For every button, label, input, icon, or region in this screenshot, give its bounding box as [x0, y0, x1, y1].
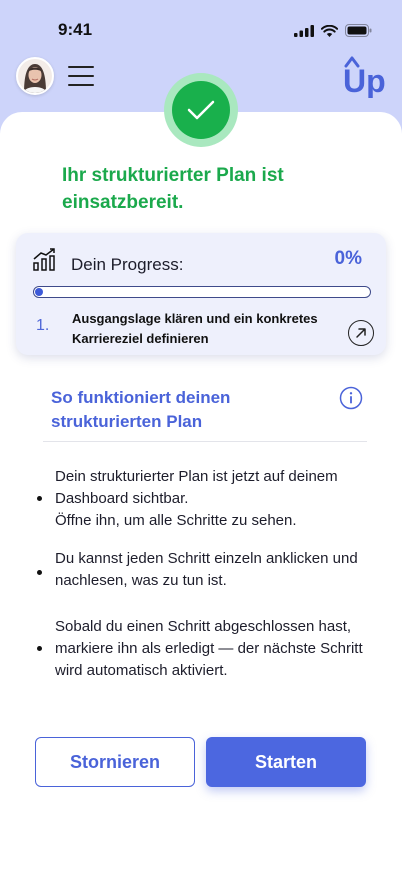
- success-circle: [172, 81, 230, 139]
- progress-percent: 0%: [334, 248, 362, 269]
- step-number: 1.: [36, 317, 50, 334]
- progress-bar: [33, 286, 371, 298]
- hamburger-icon-line: [68, 75, 94, 77]
- list-item: Sobald du einen Schritt abgeschlossen ha…: [33, 616, 373, 682]
- list-item: Dein strukturierter Plan ist jetzt auf d…: [33, 466, 373, 532]
- bar-chart-icon: [33, 248, 55, 271]
- how-it-works-title: So funktioniert deinen strukturierten Pl…: [51, 388, 231, 431]
- up-logo: Up: [343, 56, 386, 98]
- hamburger-icon-line: [68, 66, 94, 68]
- cancel-button[interactable]: Stornieren: [35, 737, 195, 787]
- divider: [43, 441, 367, 442]
- step-text[interactable]: Ausgangslage klären und ein konkretes Ka…: [72, 309, 322, 349]
- progress-bar-fill: [35, 288, 43, 296]
- battery-icon: [345, 24, 372, 37]
- progress-card: Dein Progress: 0% 1. Ausgangslage klären…: [16, 233, 386, 355]
- step-open-button[interactable]: [348, 320, 374, 346]
- bullet-dot: [37, 496, 42, 501]
- list-item-text: Sobald du einen Schritt abgeschlossen ha…: [55, 618, 363, 679]
- arrow-up-right-icon: [356, 328, 366, 338]
- status-time: 9:41: [58, 20, 93, 39]
- bullet-dot: [37, 646, 42, 651]
- user-avatar[interactable]: [16, 57, 54, 95]
- logo-text: Up: [343, 63, 386, 98]
- success-title: Ihr strukturierter Plan ist einsatzberei…: [62, 165, 284, 213]
- menu-button[interactable]: [67, 64, 95, 88]
- checkmark-icon: [187, 100, 215, 120]
- wifi-icon: [321, 24, 338, 37]
- status-icons: [294, 24, 372, 37]
- cellular-signal-icon: [294, 24, 314, 37]
- progress-label: Dein Progress:: [71, 255, 184, 274]
- success-badge: [164, 73, 238, 147]
- list-item-text: Dein strukturierter Plan ist jetzt auf d…: [55, 468, 338, 529]
- info-icon[interactable]: [339, 386, 363, 410]
- list-item: Du kannst jeden Schritt einzeln anklicke…: [33, 548, 373, 592]
- start-button[interactable]: Starten: [206, 737, 366, 787]
- avatar-icon: [18, 59, 52, 93]
- bullet-dot: [37, 570, 42, 575]
- list-item-text: Du kannst jeden Schritt einzeln anklicke…: [55, 550, 358, 589]
- hamburger-icon-line: [68, 84, 94, 86]
- status-bar: 9:41: [0, 0, 402, 56]
